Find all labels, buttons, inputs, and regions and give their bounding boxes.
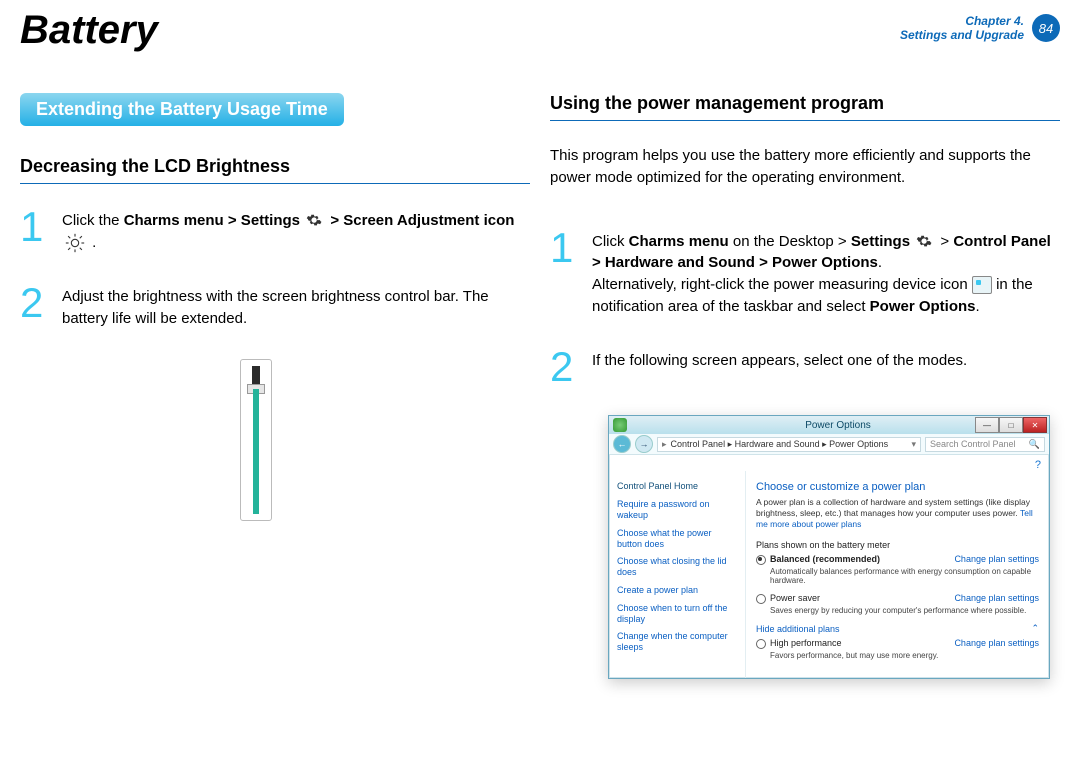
text: Click xyxy=(592,233,629,250)
nav-bar: ← → ▸ Control Panel ▸ Hardware and Sound… xyxy=(609,434,1049,455)
sidebar: Control Panel Home Require a password on… xyxy=(609,471,746,678)
sidebar-link[interactable]: Require a password on wakeup xyxy=(617,499,737,521)
text-bold: > xyxy=(330,212,343,229)
text: . xyxy=(92,234,96,251)
change-plan-link[interactable]: Change plan settings xyxy=(954,593,1039,603)
text-bold: Charms menu xyxy=(629,233,729,250)
back-button[interactable]: ← xyxy=(613,435,631,453)
search-placeholder: Search Control Panel xyxy=(930,439,1016,449)
slider-track xyxy=(253,389,259,514)
main-heading: Choose or customize a power plan xyxy=(756,481,1039,493)
left-step-2: 2 Adjust the brightness with the screen … xyxy=(20,284,530,330)
step-body: Click Charms menu on the Desktop > Setti… xyxy=(592,229,1060,318)
chapter-name: Settings and Upgrade xyxy=(900,28,1024,42)
plan-desc: Automatically balances performance with … xyxy=(770,567,1039,585)
step-body: Click the Charms menu > Settings > Scree… xyxy=(62,208,530,254)
brightness-icon xyxy=(64,232,86,254)
window-body: Control Panel Home Require a password on… xyxy=(609,471,1049,678)
gear-icon xyxy=(916,233,934,251)
plan-balanced-row: Balanced (recommended) Change plan setti… xyxy=(756,554,1039,565)
gear-icon xyxy=(306,212,324,230)
radio-power-saver[interactable] xyxy=(756,594,766,604)
minimize-button[interactable]: — xyxy=(975,417,999,433)
page-number-badge: 84 xyxy=(1032,14,1060,42)
step-number: 2 xyxy=(550,348,578,386)
sidebar-link[interactable]: Create a power plan xyxy=(617,585,737,596)
window-buttons: — □ ✕ xyxy=(975,417,1047,433)
step-body: If the following screen appears, select … xyxy=(592,348,967,386)
plan-name: Power saver xyxy=(770,593,820,603)
window-main: Choose or customize a power plan A power… xyxy=(746,471,1049,678)
left-step-1: 1 Click the Charms menu > Settings > Scr… xyxy=(20,208,530,254)
chapter-block: Chapter 4. Settings and Upgrade 84 xyxy=(900,8,1060,43)
plan-name: High performance xyxy=(770,638,842,648)
power-options-window: Power Options — □ ✕ ← → ▸ Control Panel … xyxy=(608,415,1050,679)
power-meter-icon xyxy=(972,276,992,294)
chapter-number: Chapter 4. xyxy=(900,14,1024,28)
slider-top-block xyxy=(252,366,260,384)
text: on the Desktop > xyxy=(729,233,851,250)
subheading-power-mgmt: Using the power management program xyxy=(550,93,1060,121)
section-heading: Extending the Battery Usage Time xyxy=(20,93,344,126)
page-header: Battery Chapter 4. Settings and Upgrade … xyxy=(0,0,1080,53)
radio-high-performance[interactable] xyxy=(756,639,766,649)
text: A power plan is a collection of hardware… xyxy=(756,497,1030,518)
subheading-lcd: Decreasing the LCD Brightness xyxy=(20,156,530,184)
hide-additional-plans[interactable]: Hide additional plans ⌃ xyxy=(756,623,1039,634)
close-button[interactable]: ✕ xyxy=(1023,417,1047,433)
app-icon xyxy=(613,418,627,432)
maximize-button[interactable]: □ xyxy=(999,417,1023,433)
text: Alternatively, right-click the power mea… xyxy=(592,276,972,293)
text-bold: Charms menu > Settings xyxy=(124,212,304,229)
left-column: Extending the Battery Usage Time Decreas… xyxy=(20,93,530,679)
text: > xyxy=(936,233,953,250)
sidebar-link[interactable]: Choose what the power button does xyxy=(617,528,737,550)
right-step-1: 1 Click Charms menu on the Desktop > Set… xyxy=(550,229,1060,318)
window-titlebar: Power Options — □ ✕ xyxy=(609,416,1049,434)
step-number: 1 xyxy=(20,208,48,254)
radio-balanced[interactable] xyxy=(756,555,766,565)
sidebar-link[interactable]: Choose when to turn off the display xyxy=(617,603,737,625)
plan-desc: Saves energy by reducing your computer's… xyxy=(770,606,1039,615)
sidebar-home[interactable]: Control Panel Home xyxy=(617,481,737,491)
step-body: Adjust the brightness with the screen br… xyxy=(62,284,530,330)
sidebar-link[interactable]: Choose what closing the lid does xyxy=(617,556,737,578)
brightness-slider-figure xyxy=(240,359,272,521)
text-bold: Screen Adjustment icon xyxy=(343,212,514,229)
text-bold: Settings xyxy=(851,233,914,250)
breadcrumb-text: Control Panel ▸ Hardware and Sound ▸ Pow… xyxy=(671,439,889,450)
text: . xyxy=(976,298,980,315)
plans-label: Plans shown on the battery meter xyxy=(756,540,1039,550)
plan-saver-row: Power saver Change plan settings xyxy=(756,593,1039,604)
plan-desc: Favors performance, but may use more ene… xyxy=(770,651,1039,660)
sidebar-link[interactable]: Change when the computer sleeps xyxy=(617,631,737,653)
chevron-down-icon[interactable]: ▾ xyxy=(911,439,916,450)
search-icon: 🔍 xyxy=(1029,439,1040,450)
text: Click the xyxy=(62,212,124,229)
page-title: Battery xyxy=(20,8,158,53)
text-bold: Power Options xyxy=(870,298,976,315)
intro-text: This program helps you use the battery m… xyxy=(550,145,1060,189)
right-step-2: 2 If the following screen appears, selec… xyxy=(550,348,1060,386)
chevron-up-icon: ⌃ xyxy=(1031,623,1039,634)
change-plan-link[interactable]: Change plan settings xyxy=(954,638,1039,648)
plan-high-perf-row: High performance Change plan settings xyxy=(756,638,1039,649)
text: . xyxy=(878,254,882,271)
breadcrumb[interactable]: ▸ Control Panel ▸ Hardware and Sound ▸ P… xyxy=(657,437,921,452)
help-icon[interactable]: ? xyxy=(609,455,1049,471)
forward-button[interactable]: → xyxy=(635,435,653,453)
text: Hide additional plans xyxy=(756,624,840,634)
plan-name: Balanced (recommended) xyxy=(770,554,880,564)
right-column: Using the power management program This … xyxy=(550,93,1060,679)
main-description: A power plan is a collection of hardware… xyxy=(756,497,1039,530)
search-input[interactable]: Search Control Panel 🔍 xyxy=(925,437,1045,452)
step-number: 1 xyxy=(550,229,578,318)
chapter-text: Chapter 4. Settings and Upgrade xyxy=(900,14,1024,43)
step-number: 2 xyxy=(20,284,48,330)
change-plan-link[interactable]: Change plan settings xyxy=(954,554,1039,564)
